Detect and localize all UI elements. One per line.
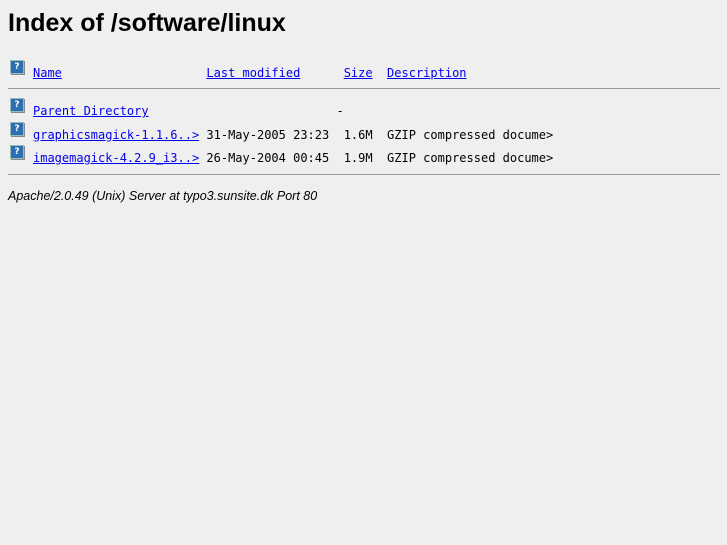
list-item: ? Parent Directory - bbox=[8, 96, 720, 120]
parent-directory-link[interactable]: Parent Directory bbox=[33, 104, 149, 118]
divider bbox=[8, 174, 720, 175]
file-description: GZIP compressed docume> bbox=[387, 151, 554, 165]
server-signature: Apache/2.0.49 (Unix) Server at typo3.sun… bbox=[8, 189, 318, 203]
sort-by-description-link[interactable]: Description bbox=[387, 66, 466, 80]
list-item: ? graphicsmagick-1.1.6..> 31-May-2005 23… bbox=[8, 120, 720, 144]
file-size: - bbox=[336, 104, 344, 118]
back-icon: ? bbox=[10, 98, 24, 112]
file-size: 1.9M bbox=[343, 151, 373, 165]
header-row: ? Name Last modified Size Description bbox=[8, 58, 720, 82]
file-modified: 26-May-2004 00:45 bbox=[206, 151, 330, 165]
file-modified: 31-May-2005 23:23 bbox=[206, 127, 330, 142]
file-description: GZIP compressed docume> bbox=[387, 127, 554, 142]
file-size: 1.6M bbox=[343, 127, 373, 142]
page-title: Index of /software/linux bbox=[8, 9, 286, 37]
file-icon: ? bbox=[10, 145, 24, 159]
sort-by-name-link[interactable]: Name bbox=[33, 66, 62, 80]
sort-by-modified-link[interactable]: Last modified bbox=[206, 66, 300, 80]
file-icon: ? bbox=[10, 121, 24, 136]
divider bbox=[8, 88, 720, 89]
directory-listing: ? Name Last modified Size Description bbox=[8, 58, 720, 82]
file-link[interactable]: graphicsmagick-1.1.6..> bbox=[33, 128, 199, 142]
blank-icon: ? bbox=[10, 60, 24, 74]
file-list: ? Parent Directory - ? graphicsmagick-1.… bbox=[8, 96, 720, 167]
list-item: ? imagemagick-4.2.9_i3..> 26-May-2004 00… bbox=[8, 143, 720, 167]
file-link[interactable]: imagemagick-4.2.9_i3..> bbox=[33, 151, 199, 165]
sort-by-size-link[interactable]: Size bbox=[344, 66, 373, 80]
